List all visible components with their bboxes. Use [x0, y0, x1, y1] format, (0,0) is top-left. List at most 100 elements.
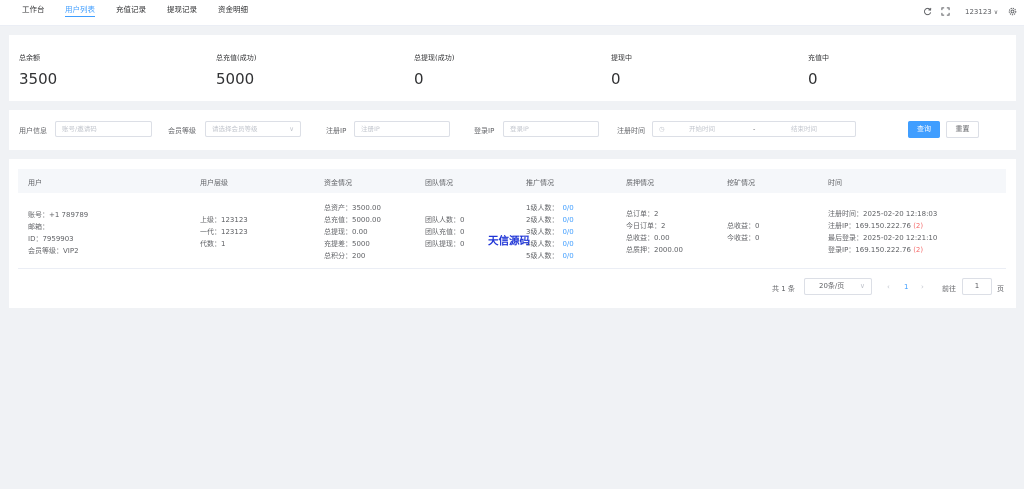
reg-ip-count[interactable]: (2) [913, 222, 923, 230]
funds-diff: 充提差：5000 [324, 240, 370, 248]
funds-total-recharge: 总充值：5000.00 [324, 216, 381, 224]
chevron-down-icon: ∨ [859, 282, 865, 290]
stat-value-total-withdraw: 0 [414, 70, 424, 88]
hierarchy-depth: 代数：1 [200, 240, 226, 248]
th-team: 团队情况 [425, 179, 453, 187]
login-ip-input[interactable]: 登录IP [503, 121, 599, 137]
reg-time-range[interactable]: ◷ 开始时间 - 结束时间 [652, 121, 856, 137]
promo-level-value[interactable]: 0/0 [562, 240, 573, 248]
clock-icon: ◷ [659, 125, 665, 133]
promo-level-label: 5级人数： [526, 252, 559, 260]
settings-icon[interactable] [1007, 7, 1017, 17]
stat-label-recharging: 充值中 [808, 54, 829, 62]
member-level-select[interactable]: 请选择会员等级 ∨ [205, 121, 301, 137]
tab-workbench[interactable]: 工作台 [22, 4, 45, 15]
reg-ip-label: 注册IP [326, 127, 347, 135]
promo-level-value[interactable]: 0/0 [562, 252, 573, 260]
goto-page-input[interactable]: 1 [962, 278, 992, 295]
tab-fund-details[interactable]: 资金明细 [218, 4, 248, 15]
watermark-text: 天信源码 [488, 235, 530, 247]
member-level-label: 会员等级 [168, 127, 196, 135]
promo-level-2: 2级人数： 0/0 [526, 215, 574, 225]
reset-button[interactable]: 重置 [946, 121, 979, 138]
fullscreen-icon[interactable] [940, 7, 950, 17]
stat-value-withdrawing: 0 [611, 70, 621, 88]
time-last-login: 最后登录：2025-02-20 12:21:10 [828, 234, 938, 242]
stat-label-withdrawing: 提现中 [611, 54, 632, 62]
funds-total-assets: 总资产：3500.00 [324, 204, 381, 212]
hierarchy-parent: 上级：123123 [200, 216, 248, 224]
promo-level-value[interactable]: 0/0 [562, 228, 573, 236]
mining-total-income: 总收益：0 [727, 222, 760, 230]
chevron-down-icon: ∨ [993, 9, 999, 16]
user-menu[interactable]: 123123 ∨ [965, 8, 998, 16]
pledge-total-orders: 总订单：2 [626, 210, 659, 218]
start-time-input[interactable]: 开始时间 [689, 122, 715, 136]
page-suffix: 页 [997, 285, 1004, 293]
user-info-input[interactable]: 账号/邀请码 [55, 121, 152, 137]
time-login-ip: 登录IP：169.150.222.76 (2) [828, 245, 923, 255]
reg-time-label: 注册时间 [617, 127, 645, 135]
user-info-label: 用户信息 [19, 127, 47, 135]
table-header [18, 169, 1006, 193]
promo-level-value[interactable]: 0/0 [562, 204, 573, 212]
time-reg: 注册时间：2025-02-20 12:18:03 [828, 210, 938, 218]
reg-ip-input[interactable]: 注册IP [354, 121, 450, 137]
login-ip-text: 登录IP：169.150.222.76 [828, 246, 911, 254]
promo-level-3: 3级人数： 0/0 [526, 227, 574, 237]
chevron-down-icon: ∨ [289, 125, 294, 133]
th-funds: 资金情况 [324, 179, 352, 187]
refresh-icon[interactable] [922, 7, 932, 17]
th-pledge: 质押情况 [626, 179, 654, 187]
page-size-value: 20条/页 [819, 282, 845, 290]
pagination-total: 共 1 条 [772, 285, 795, 293]
hierarchy-gen1: 一代：123123 [200, 228, 248, 236]
stat-label-total-recharge: 总充值(成功) [216, 54, 257, 62]
top-nav: 工作台 用户列表 充值记录 提现记录 资金明细 123123 ∨ [0, 0, 1024, 26]
promo-level-label: 4级人数： [526, 240, 559, 248]
tab-user-list[interactable]: 用户列表 [65, 4, 95, 17]
next-page-icon[interactable]: › [921, 283, 924, 291]
th-promotion: 推广情况 [526, 179, 554, 187]
goto-label: 前往 [942, 285, 956, 293]
promo-level-label: 2级人数： [526, 216, 559, 224]
funds-total-withdraw: 总提现：0.00 [324, 228, 368, 236]
user-account: 账号：+1 789789 [28, 211, 89, 219]
promo-level-label: 1级人数： [526, 204, 559, 212]
stat-value-total-balance: 3500 [19, 70, 58, 88]
search-button[interactable]: 查询 [908, 121, 940, 138]
pledge-total-amount: 总质押：2000.00 [626, 246, 683, 254]
stats-card [9, 35, 1016, 101]
team-withdraw: 团队提现：0 [425, 240, 465, 248]
promo-level-value[interactable]: 0/0 [562, 216, 573, 224]
pledge-total-income: 总收益：0.00 [626, 234, 670, 242]
promo-level-1: 1级人数： 0/0 [526, 203, 574, 213]
stat-label-total-withdraw: 总提现(成功) [414, 54, 455, 62]
stat-label-total-balance: 总余额 [19, 54, 40, 62]
reg-ip-text: 注册IP：169.150.222.76 [828, 222, 911, 230]
username: 123123 [965, 8, 992, 16]
page-number[interactable]: 1 [904, 283, 908, 291]
team-count: 团队人数：0 [425, 216, 465, 224]
tab-withdraw-records[interactable]: 提现记录 [167, 4, 197, 15]
funds-points: 总积分：200 [324, 252, 366, 260]
user-id: ID：7959903 [28, 235, 74, 243]
stat-value-recharging: 0 [808, 70, 818, 88]
th-mining: 挖矿情况 [727, 179, 755, 187]
end-time-input[interactable]: 结束时间 [791, 122, 817, 136]
th-time: 时间 [828, 179, 842, 187]
th-hierarchy: 用户层级 [200, 179, 228, 187]
tab-recharge-records[interactable]: 充值记录 [116, 4, 146, 15]
prev-page-icon[interactable]: ‹ [887, 283, 890, 291]
range-separator: - [753, 125, 756, 133]
login-ip-count[interactable]: (2) [913, 246, 923, 254]
mining-today-income: 今收益：0 [727, 234, 760, 242]
promo-level-4: 4级人数： 0/0 [526, 239, 574, 249]
page-size-select[interactable]: 20条/页 ∨ [804, 278, 872, 295]
stat-value-total-recharge: 5000 [216, 70, 255, 88]
row-divider [18, 268, 1006, 269]
th-user: 用户 [28, 179, 42, 187]
user-level: 会员等级：VIP2 [28, 247, 79, 255]
promo-level-label: 3级人数： [526, 228, 559, 236]
team-recharge: 团队充值：0 [425, 228, 465, 236]
